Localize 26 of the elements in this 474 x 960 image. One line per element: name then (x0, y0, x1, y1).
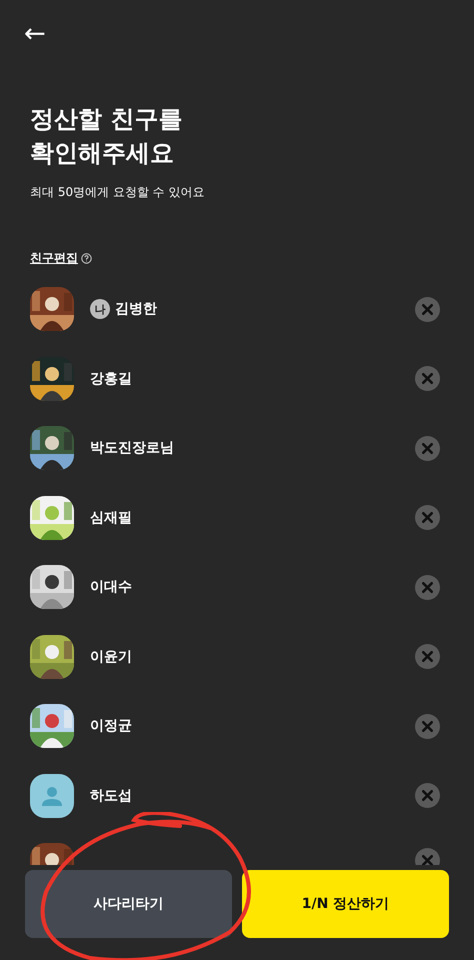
me-badge: 나 (90, 299, 110, 319)
remove-icon[interactable] (415, 783, 440, 808)
remove-icon[interactable] (415, 296, 440, 322)
edit-friends-link[interactable]: 친구편집 (30, 250, 78, 266)
subtitle: 최대 50명에게 요청할 수 있어요 (30, 184, 206, 201)
ladder-game-button[interactable]: 사다리타기 (25, 870, 232, 938)
friend-name: 박도진장로님 (90, 439, 174, 457)
remove-icon[interactable] (415, 644, 440, 669)
friend-name: 김병한 (115, 300, 157, 318)
remove-icon[interactable] (415, 436, 440, 460)
friend-name: 하도섭 (90, 786, 132, 804)
split-button[interactable]: 1/N 정산하기 (242, 870, 449, 938)
friend-name: 강홍길 (90, 370, 132, 388)
back-button[interactable]: ← (24, 16, 46, 52)
remove-icon[interactable] (415, 505, 440, 530)
remove-icon[interactable] (415, 848, 440, 865)
friend-name: 이윤기 (90, 648, 132, 666)
help-icon[interactable] (81, 252, 92, 264)
page-title: 정산할 친구를 확인해주세요 (30, 104, 184, 169)
default-avatar-icon (30, 774, 74, 818)
remove-icon[interactable] (415, 574, 440, 600)
friend-name: 이대수 (90, 578, 132, 596)
friend-name: 이정균 (90, 717, 132, 735)
remove-icon[interactable] (415, 366, 440, 391)
remove-icon[interactable] (415, 714, 440, 738)
friend-name: 심재필 (90, 508, 132, 526)
